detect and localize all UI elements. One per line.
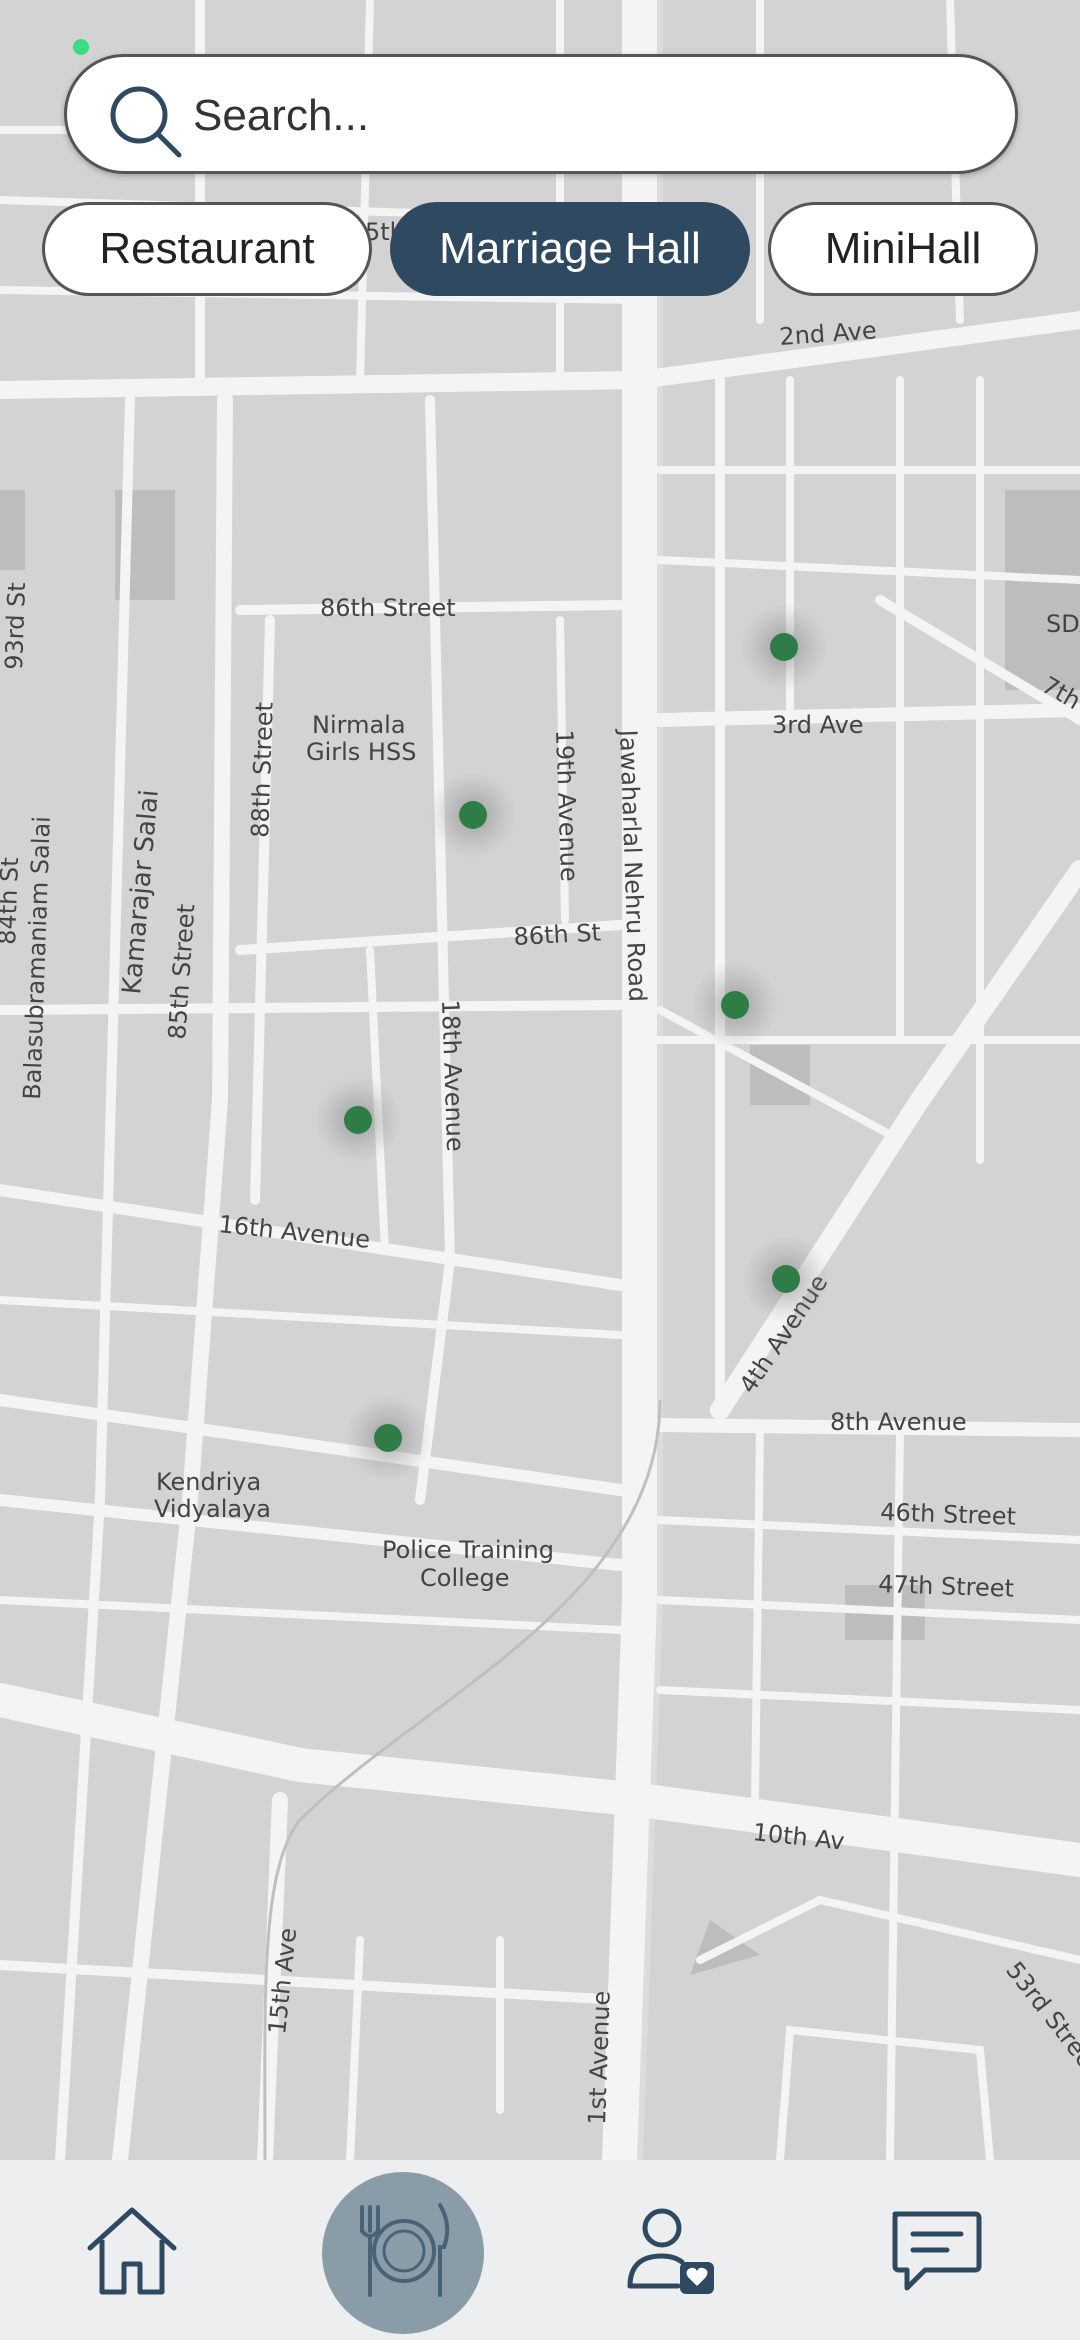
street-label: 1st Avenue xyxy=(583,1990,616,2125)
profile-favorites-icon xyxy=(627,2208,714,2294)
street-label: 84th St xyxy=(0,857,24,945)
street-label: 47th Street xyxy=(878,1570,1015,1603)
search-input[interactable] xyxy=(191,75,975,157)
street-label: 88th Street xyxy=(246,702,279,839)
chat-icon xyxy=(892,2211,982,2291)
street-label: College xyxy=(420,1564,510,1592)
street-label: 86th St xyxy=(513,918,602,951)
search-icon xyxy=(110,86,182,158)
street-label: 18th Avenue xyxy=(436,999,469,1152)
location-indicator xyxy=(73,39,89,55)
street-label: Police Training xyxy=(382,1536,554,1564)
street-label: Kendriya xyxy=(156,1468,261,1496)
street-label: SDA xyxy=(1046,610,1080,638)
map-marker[interactable] xyxy=(459,801,487,829)
street-label: 46th Street xyxy=(880,1498,1017,1531)
map-marker[interactable] xyxy=(344,1106,372,1134)
map-view[interactable]: 2nd Ave 86th Street 3rd Ave Nirmala Girl… xyxy=(0,0,1080,2160)
street-label: Nirmala xyxy=(312,711,406,739)
street-label: Vidyalaya xyxy=(154,1495,271,1523)
map-marker[interactable] xyxy=(374,1424,402,1452)
filter-chip-restaurant[interactable]: Restaurant xyxy=(42,202,372,296)
street-label: 86th Street xyxy=(320,594,456,622)
filter-chip-marriage-hall[interactable]: Marriage Hall xyxy=(390,202,750,296)
map-marker[interactable] xyxy=(721,991,749,1019)
street-label: 93rd St xyxy=(0,582,31,670)
nav-chat[interactable] xyxy=(855,2160,1015,2340)
map-marker[interactable] xyxy=(770,633,798,661)
filter-chip-minihall[interactable]: MiniHall xyxy=(768,202,1038,296)
street-label: 8th Avenue xyxy=(830,1408,967,1436)
street-label: Girls HSS xyxy=(306,738,416,766)
dining-icon xyxy=(360,2203,450,2297)
street-label: 3rd Ave xyxy=(772,711,864,739)
map-marker[interactable] xyxy=(772,1265,800,1293)
nav-profile-favorites[interactable] xyxy=(592,2160,752,2340)
nav-home[interactable] xyxy=(52,2160,212,2340)
home-icon xyxy=(87,2207,177,2295)
nav-dining[interactable] xyxy=(323,2160,483,2340)
search-bar[interactable] xyxy=(64,54,1018,174)
street-label: 19th Avenue xyxy=(550,729,583,882)
